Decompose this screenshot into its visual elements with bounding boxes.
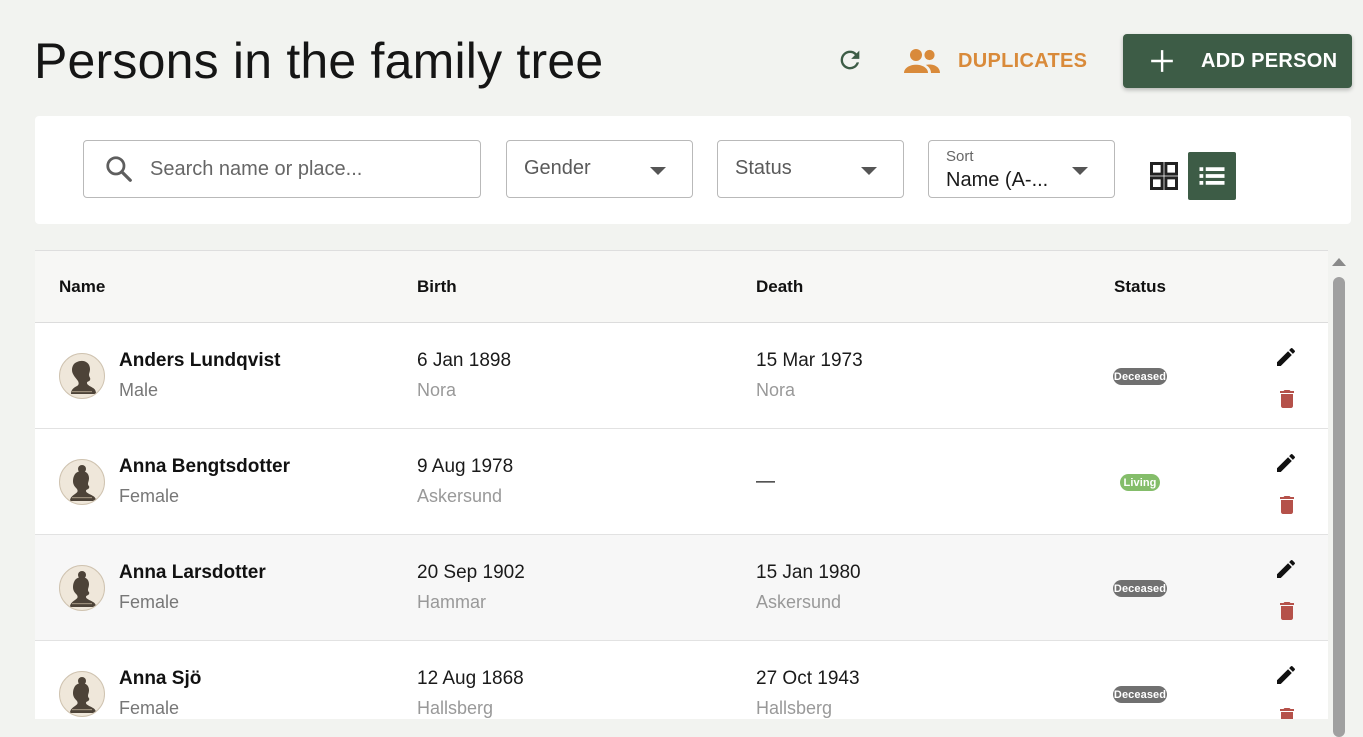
delete-button[interactable] xyxy=(1275,705,1299,719)
table-row[interactable]: Anna Sjö Female 12 Aug 1868 Hallsberg 27… xyxy=(35,641,1328,719)
people-icon xyxy=(904,49,940,73)
sort-select[interactable]: Sort Name (A-... xyxy=(928,140,1115,198)
person-name[interactable]: Anders Lundqvist xyxy=(119,350,281,372)
person-name[interactable]: Anna Larsdotter xyxy=(119,562,266,584)
refresh-button[interactable] xyxy=(830,40,870,80)
death-date: 15 Mar 1973 xyxy=(756,350,863,371)
status-badge: Deceased xyxy=(1113,580,1167,597)
grid-view-button[interactable] xyxy=(1141,152,1187,200)
delete-button[interactable] xyxy=(1275,387,1299,411)
sort-select-label: Sort xyxy=(946,148,974,165)
person-gender: Female xyxy=(119,698,180,718)
death-place: Nora xyxy=(756,380,796,400)
death-date: 15 Jan 1980 xyxy=(756,562,861,583)
avatar xyxy=(59,671,105,717)
refresh-icon xyxy=(840,50,860,70)
table-row[interactable]: Anders Lundqvist Male 6 Jan 1898 Nora 15… xyxy=(35,323,1328,429)
person-gender: Female xyxy=(119,592,180,612)
person-name[interactable]: Anna Sjö xyxy=(119,668,201,690)
death-date: 27 Oct 1943 xyxy=(756,668,860,689)
status-badge: Deceased xyxy=(1113,368,1167,385)
column-header-birth[interactable]: Birth xyxy=(417,277,457,297)
sort-select-value: Name (A-... xyxy=(946,169,1049,191)
column-header-status[interactable]: Status xyxy=(1114,277,1166,297)
birth-place: Askersund xyxy=(417,486,503,506)
filter-panel: Gender Status Sort Name (A-... xyxy=(35,116,1351,224)
status-select-label: Status xyxy=(735,157,792,179)
scroll-up-arrow-icon[interactable] xyxy=(1332,258,1346,266)
avatar xyxy=(59,353,105,399)
avatar xyxy=(59,459,105,505)
pencil-icon xyxy=(1277,559,1296,578)
birth-place: Nora xyxy=(417,380,457,400)
death-place: Askersund xyxy=(756,592,842,612)
person-name[interactable]: Anna Bengtsdotter xyxy=(119,456,290,478)
list-view-icon xyxy=(1199,167,1225,185)
birth-date: 20 Sep 1902 xyxy=(417,562,525,583)
duplicates-button[interactable]: DUPLICATES xyxy=(904,40,1087,82)
female-silhouette-icon xyxy=(70,465,96,501)
chevron-down-icon xyxy=(1072,167,1088,175)
table-row[interactable]: Anna Larsdotter Female 20 Sep 1902 Hamma… xyxy=(35,535,1328,641)
edit-button[interactable] xyxy=(1274,557,1298,581)
person-gender: Female xyxy=(119,486,180,506)
duplicates-label: DUPLICATES xyxy=(958,49,1088,72)
death-place: Hallsberg xyxy=(756,698,833,718)
birth-date: 9 Aug 1978 xyxy=(417,456,514,477)
birth-date: 12 Aug 1868 xyxy=(417,668,524,689)
search-icon xyxy=(106,156,132,182)
table-row[interactable]: Anna Bengtsdotter Female 9 Aug 1978 Aske… xyxy=(35,429,1328,535)
status-select[interactable]: Status xyxy=(717,140,904,198)
persons-table: Name Birth Death Status Anders Lundqvist… xyxy=(35,250,1328,719)
birth-date: 6 Jan 1898 xyxy=(417,350,512,371)
trash-icon xyxy=(1280,390,1294,408)
delete-button[interactable] xyxy=(1275,493,1299,517)
add-person-label: ADD PERSON xyxy=(1201,49,1338,72)
female-silhouette-icon xyxy=(70,571,96,607)
chevron-down-icon xyxy=(861,167,877,175)
trash-icon xyxy=(1280,708,1294,719)
person-gender: Male xyxy=(119,380,159,400)
pencil-icon xyxy=(1277,453,1296,472)
avatar xyxy=(59,565,105,611)
column-header-death[interactable]: Death xyxy=(756,277,803,297)
page-title: Persons in the family tree xyxy=(34,33,604,89)
table-header: Name Birth Death Status xyxy=(35,251,1328,323)
plus-icon xyxy=(1151,50,1173,72)
scrollbar-thumb[interactable] xyxy=(1333,277,1345,737)
pencil-icon xyxy=(1277,347,1296,366)
pencil-icon xyxy=(1277,665,1296,684)
edit-button[interactable] xyxy=(1274,451,1298,475)
female-silhouette-icon xyxy=(70,677,96,713)
trash-icon xyxy=(1280,602,1294,620)
birth-place: Hammar xyxy=(417,592,487,612)
column-header-name[interactable]: Name xyxy=(59,277,105,297)
chevron-down-icon xyxy=(650,167,666,175)
search-input[interactable] xyxy=(148,156,462,182)
trash-icon xyxy=(1280,496,1294,514)
add-person-button[interactable]: ADD PERSON xyxy=(1123,34,1352,88)
birth-place: Hallsberg xyxy=(417,698,494,718)
death-date: — xyxy=(756,471,775,492)
edit-button[interactable] xyxy=(1274,663,1298,687)
search-field[interactable] xyxy=(83,140,481,198)
grid-view-icon xyxy=(1150,162,1178,190)
delete-button[interactable] xyxy=(1275,599,1299,623)
edit-button[interactable] xyxy=(1274,345,1298,369)
status-badge: Deceased xyxy=(1113,686,1167,703)
gender-select-label: Gender xyxy=(524,157,591,179)
status-badge: Living xyxy=(1120,474,1160,491)
male-silhouette-icon xyxy=(71,360,96,394)
table-scrollbar[interactable] xyxy=(1330,250,1348,737)
list-view-button[interactable] xyxy=(1188,152,1236,200)
gender-select[interactable]: Gender xyxy=(506,140,693,198)
